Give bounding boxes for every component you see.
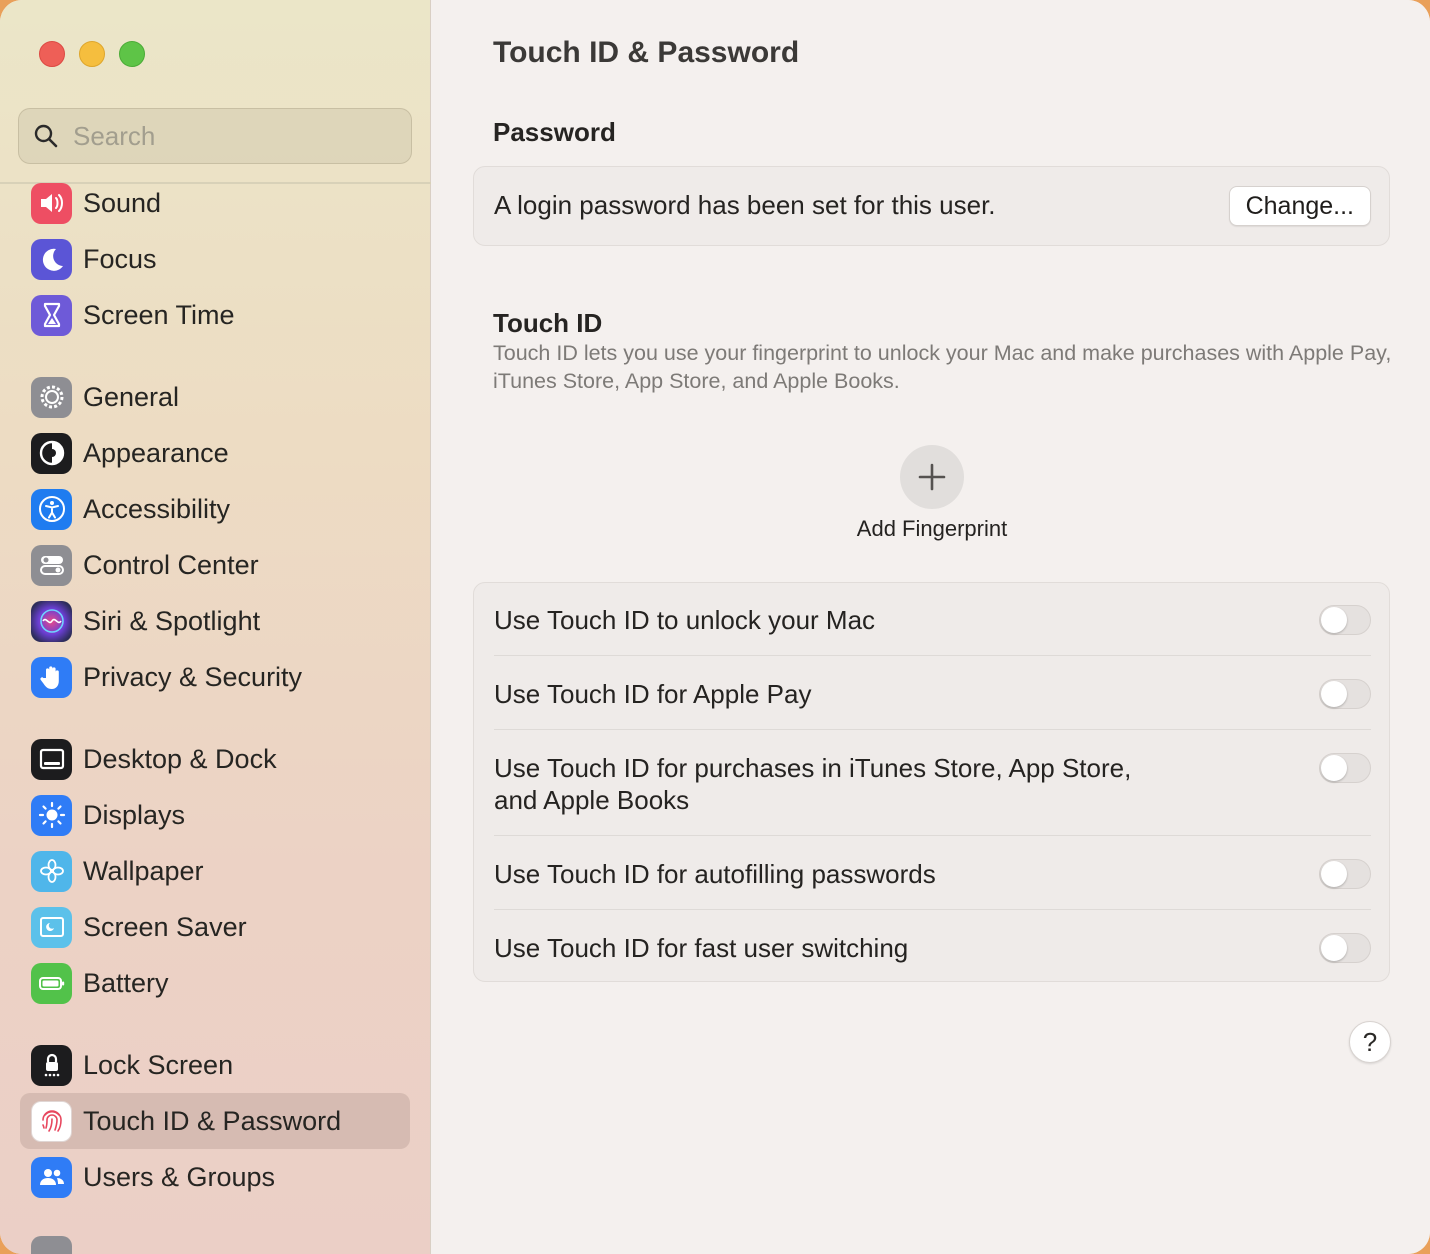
sidebar-item-label: Desktop & Dock	[83, 743, 277, 774]
minimize-window-button[interactable]	[79, 41, 105, 67]
speaker-icon	[31, 182, 72, 224]
sidebar-item-screen-saver[interactable]: Screen Saver	[20, 899, 410, 955]
touch-id-section-title: Touch ID	[493, 308, 603, 338]
sidebar-item-appearance[interactable]: Appearance	[20, 425, 410, 481]
sidebar-item-label: Accessibility	[83, 493, 231, 524]
sun-icon	[31, 794, 72, 836]
sidebar-item-label: Screen Time	[83, 299, 235, 330]
sidebar-item-focus[interactable]: Focus	[20, 231, 410, 287]
close-window-button[interactable]	[39, 41, 65, 67]
sidebar-item-clipped	[20, 1228, 410, 1254]
help-button[interactable]: ?	[1349, 1021, 1391, 1063]
option-row-unlock-mac: Use Touch ID to unlock your Mac	[494, 604, 1371, 636]
option-row-autofill: Use Touch ID for autofilling passwords	[494, 858, 1371, 890]
sidebar-item-battery[interactable]: Battery	[20, 955, 410, 1011]
plus-icon	[918, 463, 946, 491]
user-switching-toggle[interactable]	[1319, 933, 1371, 963]
row-divider	[494, 835, 1371, 836]
lock-icon	[31, 1044, 72, 1086]
add-fingerprint-label: Add Fingerprint	[856, 516, 1008, 541]
option-row-apple-pay: Use Touch ID for Apple Pay	[494, 678, 1371, 710]
add-fingerprint-button[interactable]	[900, 445, 964, 509]
gear-icon	[31, 376, 72, 418]
sidebar-item-label: Privacy & Security	[83, 661, 303, 692]
sidebar-item-label: Control Center	[83, 549, 259, 580]
sidebar: Sound Focus Screen Time Ge	[0, 0, 431, 1254]
row-divider	[494, 909, 1371, 910]
fingerprint-icon	[31, 1100, 72, 1142]
appearance-icon	[31, 432, 72, 474]
battery-icon	[31, 962, 72, 1004]
sidebar-item-label: Appearance	[83, 437, 229, 468]
option-row-purchases: Use Touch ID for purchases in iTunes Sto…	[494, 752, 1371, 816]
option-label: Use Touch ID for fast user switching	[494, 933, 909, 963]
sidebar-item-control-center[interactable]: Control Center	[20, 537, 410, 593]
sidebar-item-label: Sound	[83, 187, 162, 218]
sidebar-item-label: Touch ID & Password	[83, 1105, 342, 1136]
option-label: Use Touch ID for Apple Pay	[494, 679, 812, 709]
purchases-toggle[interactable]	[1319, 753, 1371, 783]
touch-id-options-group: Use Touch ID to unlock your Mac Use Touc…	[473, 582, 1390, 982]
search-field[interactable]	[18, 108, 412, 164]
sidebar-item-touch-id-password[interactable]: Touch ID & Password	[20, 1093, 410, 1149]
sidebar-item-displays[interactable]: Displays	[20, 787, 410, 843]
sidebar-item-label: Screen Saver	[83, 911, 247, 942]
change-password-button[interactable]: Change...	[1228, 186, 1371, 226]
password-section-title: Password	[493, 117, 616, 147]
touch-id-description: Touch ID lets you use your fingerprint t…	[493, 341, 1392, 393]
row-divider	[494, 729, 1371, 730]
flower-icon	[31, 850, 72, 892]
autofill-toggle[interactable]	[1319, 859, 1371, 889]
sidebar-item-label: General	[83, 381, 180, 412]
key-icon	[31, 1236, 72, 1254]
search-input[interactable]	[73, 120, 373, 152]
sidebar-item-label: Displays	[83, 799, 186, 830]
sidebar-item-label: Lock Screen	[83, 1049, 234, 1080]
sidebar-item-general[interactable]: General	[20, 369, 410, 425]
sidebar-item-users-groups[interactable]: Users & Groups	[20, 1149, 410, 1205]
moon-icon	[31, 238, 72, 280]
option-label: Use Touch ID to unlock your Mac	[494, 605, 876, 635]
sidebar-item-label: Focus	[83, 243, 157, 274]
sidebar-item-desktop-dock[interactable]: Desktop & Dock	[20, 731, 410, 787]
option-label: Use Touch ID for purchases in iTunes Sto…	[494, 753, 1132, 815]
page-title: Touch ID & Password	[493, 36, 800, 69]
apple-pay-toggle[interactable]	[1319, 679, 1371, 709]
screensaver-icon	[31, 906, 72, 948]
sidebar-item-label: Siri & Spotlight	[83, 605, 261, 636]
siri-icon	[31, 600, 72, 642]
main-pane: Touch ID & Password Password A login pas…	[432, 0, 1430, 1254]
unlock-mac-toggle[interactable]	[1319, 605, 1371, 635]
users-icon	[31, 1156, 72, 1198]
option-label: Use Touch ID for autofilling passwords	[494, 859, 936, 889]
sidebar-item-privacy-security[interactable]: Privacy & Security	[20, 649, 410, 705]
sidebar-item-screen-time[interactable]: Screen Time	[20, 287, 410, 343]
search-icon	[34, 124, 58, 148]
accessibility-icon	[31, 488, 72, 530]
sidebar-item-accessibility[interactable]: Accessibility	[20, 481, 410, 537]
password-group: A login password has been set for this u…	[473, 166, 1390, 246]
zoom-window-button[interactable]	[119, 41, 145, 67]
sidebar-item-lock-screen[interactable]: Lock Screen	[20, 1037, 410, 1093]
hand-icon	[31, 656, 72, 698]
row-divider	[494, 655, 1371, 656]
toggles-icon	[31, 544, 72, 586]
sidebar-item-label: Wallpaper	[83, 855, 204, 886]
sidebar-item-siri-spotlight[interactable]: Siri & Spotlight	[20, 593, 410, 649]
option-row-user-switching: Use Touch ID for fast user switching	[494, 932, 1371, 964]
settings-window: Sound Focus Screen Time Ge	[0, 0, 1430, 1254]
sidebar-item-sound[interactable]: Sound	[20, 175, 410, 231]
hourglass-icon	[31, 294, 72, 336]
password-status-text: A login password has been set for this u…	[494, 190, 996, 220]
dock-icon	[31, 738, 72, 780]
sidebar-item-wallpaper[interactable]: Wallpaper	[20, 843, 410, 899]
sidebar-item-label: Battery	[83, 967, 169, 998]
sidebar-item-label: Users & Groups	[83, 1161, 276, 1192]
